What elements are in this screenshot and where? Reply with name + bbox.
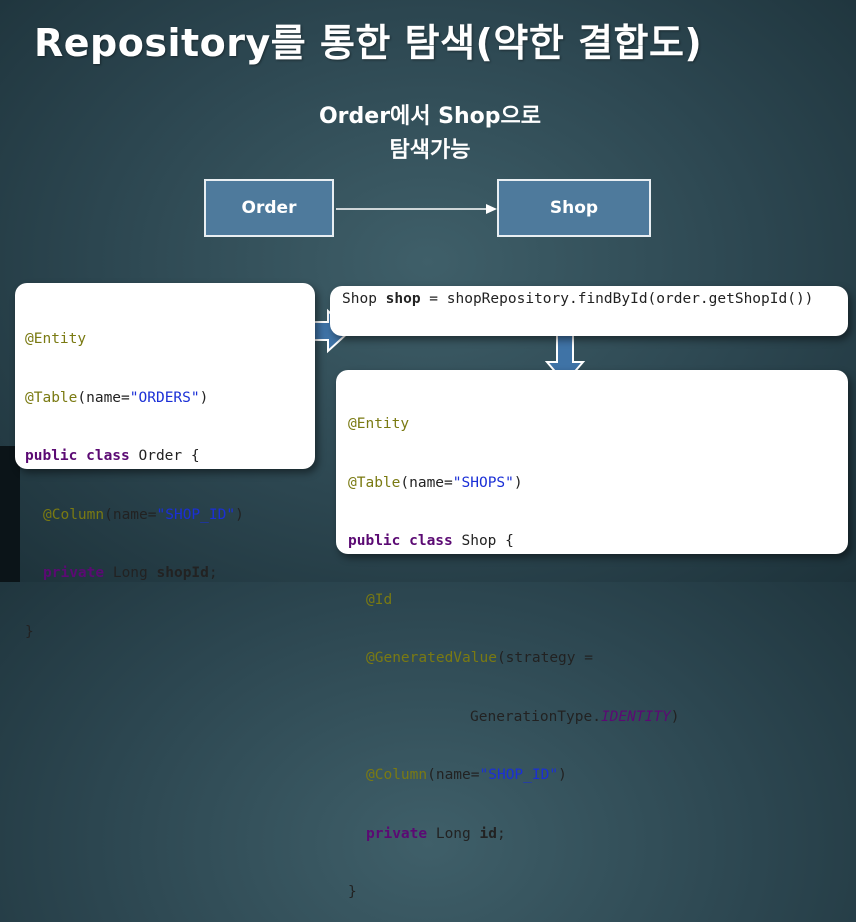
keyword-token: private bbox=[43, 565, 105, 581]
string-token: "SHOPS" bbox=[452, 474, 514, 491]
code-token: ) bbox=[513, 474, 523, 491]
code-token: GenerationType. bbox=[470, 708, 601, 725]
code-line: @Table(name="ORDERS") bbox=[25, 389, 305, 409]
annotation-token: @Entity bbox=[25, 331, 87, 347]
shop-code-box: @Entity @Table(name="SHOPS") public clas… bbox=[336, 370, 848, 900]
code-line: @Table(name="SHOPS") bbox=[348, 474, 836, 494]
keyword-token: private bbox=[366, 825, 428, 842]
annotation-token: @Column bbox=[43, 506, 105, 523]
code-line: public class Order { bbox=[25, 447, 305, 467]
code-line: @Entity bbox=[348, 415, 836, 435]
code-line: @GeneratedValue(strategy = bbox=[348, 649, 836, 669]
code-token: Order { bbox=[129, 448, 200, 464]
code-line: GenerationType.IDENTITY) bbox=[348, 708, 836, 728]
code-token: Shop bbox=[342, 291, 386, 307]
code-token: (strategy = bbox=[496, 650, 593, 666]
code-line: } bbox=[25, 623, 305, 643]
dark-strip bbox=[0, 446, 20, 582]
annotation-token: @Table bbox=[348, 474, 401, 491]
keyword-token: public class bbox=[25, 448, 130, 464]
code-token: (name= bbox=[77, 389, 130, 406]
lookup-code-box: Shop shop = shopRepository.findById(orde… bbox=[330, 286, 848, 336]
code-token: = shopRepository.findById(order.getShopI… bbox=[420, 291, 814, 307]
code-token: ) bbox=[235, 506, 244, 523]
string-token: "SHOP_ID" bbox=[479, 767, 559, 783]
code-token: Shop { bbox=[452, 533, 514, 549]
code-line: @Column(name="SHOP_ID") bbox=[348, 766, 836, 786]
code-token: ; bbox=[496, 825, 506, 842]
field-token: shop bbox=[385, 291, 421, 307]
code-token: ) bbox=[670, 708, 680, 725]
code-line: @Entity bbox=[25, 330, 305, 350]
code-line: private Long id; bbox=[348, 825, 836, 845]
code-token: ) bbox=[558, 767, 567, 783]
code-token: (name= bbox=[427, 767, 480, 783]
code-line: @Id bbox=[348, 591, 836, 611]
code-line: Shop shop = shopRepository.findById(orde… bbox=[342, 290, 813, 310]
code-token: Long bbox=[427, 825, 480, 842]
code-token: } bbox=[25, 623, 34, 640]
code-token: ; bbox=[208, 565, 218, 581]
code-token: } bbox=[348, 884, 357, 900]
annotation-token: @Id bbox=[366, 591, 393, 608]
code-token: (name= bbox=[104, 506, 157, 523]
string-token: "ORDERS" bbox=[129, 389, 200, 406]
annotation-token: @Entity bbox=[348, 416, 410, 432]
code-token: Long bbox=[104, 565, 157, 581]
code-line: @Column(name="SHOP_ID") bbox=[25, 506, 305, 526]
code-line: public class Shop { bbox=[348, 532, 836, 552]
code-line: private Long shopId; bbox=[25, 564, 305, 584]
code-token: (name= bbox=[400, 474, 453, 491]
field-token: id bbox=[479, 825, 497, 842]
annotation-token: @Table bbox=[25, 389, 78, 406]
annotation-token: @Column bbox=[366, 767, 428, 783]
code-token: ) bbox=[199, 389, 209, 406]
order-code-box: @Entity @Table(name="ORDERS") public cla… bbox=[15, 283, 315, 640]
order-to-shop-arrow-head bbox=[486, 204, 497, 214]
keyword-token: public class bbox=[348, 533, 453, 549]
enum-token: IDENTITY bbox=[600, 708, 671, 725]
string-token: "SHOP_ID" bbox=[156, 506, 236, 523]
field-token: shopId bbox=[156, 565, 209, 581]
code-line: } bbox=[348, 883, 836, 903]
annotation-token: @GeneratedValue bbox=[366, 650, 497, 666]
